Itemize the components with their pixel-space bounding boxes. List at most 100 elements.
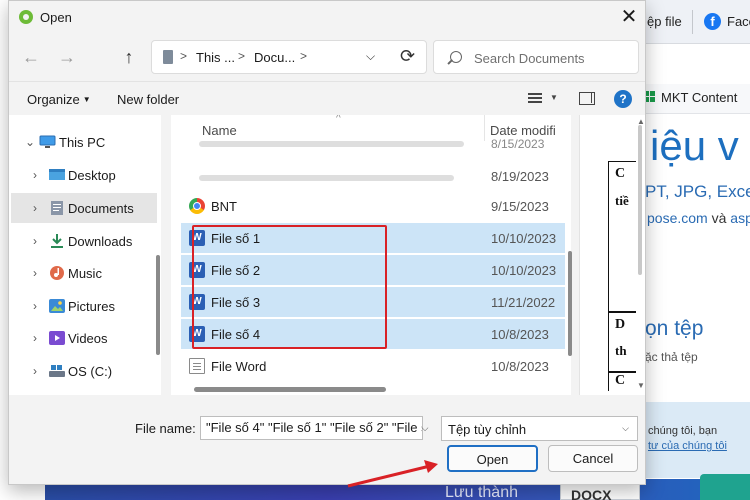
breadcrumb-documents[interactable]: Docu...: [254, 50, 295, 65]
nav-scrollbar[interactable]: [156, 255, 160, 355]
document-icon: [189, 358, 205, 374]
chevron-right-icon[interactable]: ›: [33, 234, 37, 248]
cancel-button[interactable]: Cancel: [548, 445, 638, 472]
hero-links: pose.com và aspos: [647, 210, 750, 226]
search-box[interactable]: [433, 40, 639, 74]
table-rule: [608, 311, 636, 313]
chevron-down-icon[interactable]: ⌵: [417, 416, 433, 440]
chevron-down-icon: ⌵: [622, 423, 629, 433]
file-name: File số 1: [211, 231, 261, 246]
drag-hint: ặc thả tệp: [645, 350, 698, 364]
file-date: 10/8/2023: [491, 327, 549, 342]
videos-icon: [49, 331, 65, 345]
bookmark-mkt-content[interactable]: MKT Content: [661, 90, 737, 105]
sort-indicator-icon: ^: [336, 115, 341, 124]
nav-item-label: This PC: [59, 135, 106, 150]
file-row-file-so-3[interactable]: W File số 3 11/21/2022: [181, 287, 565, 317]
aspose-link[interactable]: aspos: [730, 210, 750, 226]
breadcrumb-separator: >: [238, 49, 246, 63]
back-button[interactable]: ←: [17, 43, 45, 71]
address-bar[interactable]: > This ... > Docu... > ⌵ ⟳: [151, 40, 427, 74]
view-options-icon[interactable]: [528, 92, 542, 104]
nav-item-videos[interactable]: › Videos: [11, 323, 157, 353]
file-type-select[interactable]: Tệp tùy chỉnh ⌵: [441, 416, 638, 441]
column-header-date[interactable]: Date modifi: [490, 123, 556, 138]
hero-title: iệu v: [650, 122, 739, 169]
nav-item-documents[interactable]: › Documents: [11, 193, 157, 223]
open-button[interactable]: Open: [447, 445, 538, 472]
hero-formats: PT, JPG, Excel): [645, 182, 750, 201]
file-row-file-so-1[interactable]: W File số 1 10/10/2023: [181, 223, 565, 253]
forward-button[interactable]: →: [53, 43, 81, 71]
file-name: File số 4: [211, 327, 261, 342]
word-icon: W: [189, 262, 205, 278]
up-button[interactable]: ↑: [115, 43, 143, 71]
tab-separator: [692, 10, 693, 34]
browser-tab-label[interactable]: Face: [727, 14, 750, 29]
file-date: 11/21/2022: [491, 295, 556, 310]
file-row-file-so-2[interactable]: W File số 2 10/10/2023: [181, 255, 565, 285]
music-icon: [49, 266, 65, 280]
column-separator[interactable]: [484, 115, 485, 141]
preview-scrollbar[interactable]: [638, 125, 642, 275]
breadcrumb-this-pc[interactable]: This ...: [196, 50, 235, 65]
caret-down-icon[interactable]: ▼: [550, 93, 558, 102]
file-date: 10/10/2023: [491, 231, 557, 246]
chevron-down-icon[interactable]: ⌵: [366, 49, 375, 64]
nav-item-this-pc[interactable]: ⌄ This PC: [11, 127, 157, 157]
file-row-file-word[interactable]: File Word 10/8/2023: [181, 351, 565, 381]
horizontal-scrollbar[interactable]: [194, 387, 386, 392]
aspose-link[interactable]: pose.com: [647, 210, 708, 226]
blurred-file-name: [199, 141, 464, 147]
word-icon: W: [189, 294, 205, 310]
nav-item-downloads[interactable]: › Downloads: [11, 226, 157, 256]
chevron-down-icon[interactable]: ⌄: [25, 135, 35, 149]
chevron-right-icon[interactable]: ›: [33, 331, 37, 345]
policy-link[interactable]: tư của chúng tôi: [648, 440, 727, 452]
column-header-name[interactable]: Name: [202, 123, 237, 138]
nav-item-os-c[interactable]: › OS (C:): [11, 356, 157, 386]
scroll-down-icon[interactable]: ▼: [637, 381, 645, 390]
close-button[interactable]: ✕: [615, 3, 643, 31]
nav-item-label: OS (C:): [68, 364, 113, 379]
browser-tab-label[interactable]: ệp file: [647, 14, 682, 29]
word-icon: W: [189, 230, 205, 246]
chevron-right-icon[interactable]: ›: [33, 299, 37, 313]
convert-button[interactable]: [700, 474, 750, 500]
nav-item-label: Music: [68, 266, 102, 281]
breadcrumb-separator: >: [180, 49, 188, 63]
nav-item-label: Desktop: [68, 168, 116, 183]
refresh-icon[interactable]: ⟳: [400, 46, 415, 67]
desktop-icon: [49, 168, 65, 182]
preview-text: tiề: [615, 193, 629, 208]
nav-item-desktop[interactable]: › Desktop: [11, 160, 157, 190]
help-icon[interactable]: ?: [614, 90, 632, 108]
nav-item-music[interactable]: › Music: [11, 258, 157, 288]
chevron-right-icon[interactable]: ›: [33, 364, 37, 378]
new-folder-button[interactable]: New folder: [117, 92, 179, 107]
file-name: File số 3: [211, 295, 261, 310]
preview-text: th: [615, 343, 627, 358]
navigation-pane: ⌄ This PC › Desktop › Documents › Downlo…: [9, 115, 161, 395]
choose-file-heading[interactable]: ọn tệp: [645, 317, 703, 341]
downloads-icon: [49, 234, 65, 248]
nav-item-pictures[interactable]: › Pictures: [11, 291, 157, 321]
vertical-scrollbar[interactable]: [568, 251, 572, 356]
open-dialog: Open ✕ ← → ↑ > This ... > Docu... > ⌵ ⟳ …: [8, 0, 646, 485]
documents-icon: [49, 201, 65, 215]
chevron-right-icon[interactable]: ›: [33, 168, 37, 182]
file-list: ^ Name Date modifi 8/15/2023 8/19/2023 B…: [171, 115, 571, 395]
chevron-right-icon[interactable]: ›: [33, 266, 37, 280]
file-name-input[interactable]: "File số 4" "File số 1" "File số 2" "Fil…: [200, 416, 423, 440]
file-date: 8/19/2023: [491, 169, 549, 184]
chevron-right-icon[interactable]: ›: [33, 201, 37, 215]
upload-area[interactable]: [640, 285, 750, 405]
file-row-file-so-4[interactable]: W File số 4 10/8/2023: [181, 319, 565, 349]
search-input[interactable]: [474, 49, 634, 67]
organize-button[interactable]: Organize ▼: [27, 92, 91, 107]
file-row-bnt[interactable]: BNT 9/15/2023: [181, 191, 565, 221]
preview-pane-icon[interactable]: [579, 92, 595, 105]
file-date: 10/8/2023: [491, 359, 549, 374]
file-type-value: Tệp tùy chỉnh: [448, 422, 527, 437]
format-label: DOCX: [571, 487, 612, 500]
